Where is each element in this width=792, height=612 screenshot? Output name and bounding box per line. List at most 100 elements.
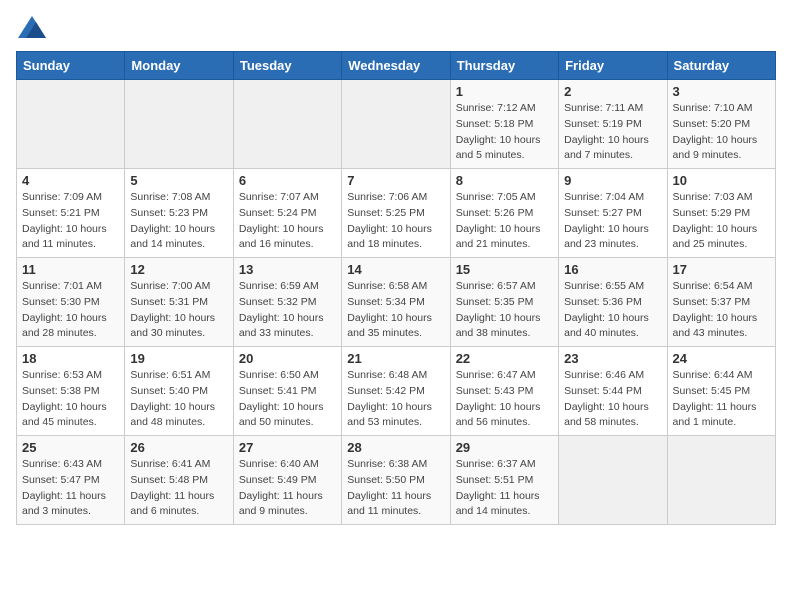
day-info: Sunrise: 6:58 AM Sunset: 5:34 PM Dayligh…: [347, 279, 444, 342]
calendar-day-cell: 27 Sunrise: 6:40 AM Sunset: 5:49 PM Dayli…: [233, 436, 341, 525]
calendar-week-row: 25Sunrise: 6:43 AM Sunset: 5:47 PM Dayli…: [17, 436, 776, 525]
calendar-day-cell: 4 Sunrise: 7:09 AM Sunset: 5:21 PM Daylig…: [17, 169, 125, 258]
day-info: Sunrise: 7:09 AM Sunset: 5:21 PM Dayligh…: [22, 190, 119, 253]
day-info: Sunrise: 6:48 AM Sunset: 5:42 PM Dayligh…: [347, 368, 444, 431]
calendar-week-row: 11 Sunrise: 7:01 AM Sunset: 5:30 PM Dayli…: [17, 258, 776, 347]
calendar-day-cell: 14 Sunrise: 6:58 AM Sunset: 5:34 PM Dayli…: [342, 258, 450, 347]
calendar-day-cell: 3Sunrise: 7:10 AM Sunset: 5:20 PM Daylig…: [667, 80, 775, 169]
day-number: 16: [564, 262, 661, 277]
calendar-header-cell: Saturday: [667, 52, 775, 80]
day-number: 27: [239, 440, 336, 455]
day-number: 11: [22, 262, 119, 277]
day-info: Sunrise: 7:07 AM Sunset: 5:24 PM Dayligh…: [239, 190, 336, 253]
day-number: 20: [239, 351, 336, 366]
day-info: Sunrise: 7:06 AM Sunset: 5:25 PM Dayligh…: [347, 190, 444, 253]
calendar-day-cell: [17, 80, 125, 169]
day-info: Sunrise: 6:41 AM Sunset: 5:48 PM Dayligh…: [130, 457, 227, 520]
day-info: Sunrise: 6:47 AM Sunset: 5:43 PM Dayligh…: [456, 368, 553, 431]
calendar-header-cell: Friday: [559, 52, 667, 80]
calendar-week-row: 18 Sunrise: 6:53 AM Sunset: 5:38 PM Dayli…: [17, 347, 776, 436]
calendar-header-cell: Monday: [125, 52, 233, 80]
day-info: Sunrise: 7:11 AM Sunset: 5:19 PM Dayligh…: [564, 101, 661, 164]
logo-icon: [18, 16, 46, 38]
calendar-day-cell: 10 Sunrise: 7:03 AM Sunset: 5:29 PM Dayli…: [667, 169, 775, 258]
day-info: Sunrise: 6:37 AM Sunset: 5:51 PM Dayligh…: [456, 457, 553, 520]
day-info: Sunrise: 6:46 AM Sunset: 5:44 PM Dayligh…: [564, 368, 661, 431]
calendar-day-cell: 28 Sunrise: 6:38 AM Sunset: 5:50 PM Dayli…: [342, 436, 450, 525]
day-info: Sunrise: 7:12 AM Sunset: 5:18 PM Dayligh…: [456, 101, 553, 164]
calendar-day-cell: 12 Sunrise: 7:00 AM Sunset: 5:31 PM Dayli…: [125, 258, 233, 347]
day-info: Sunrise: 6:57 AM Sunset: 5:35 PM Dayligh…: [456, 279, 553, 342]
day-info: Sunrise: 6:40 AM Sunset: 5:49 PM Dayligh…: [239, 457, 336, 520]
calendar-day-cell: 29Sunrise: 6:37 AM Sunset: 5:51 PM Dayli…: [450, 436, 558, 525]
day-info: Sunrise: 7:03 AM Sunset: 5:29 PM Dayligh…: [673, 190, 770, 253]
day-number: 14: [347, 262, 444, 277]
calendar-week-row: 1 Sunrise: 7:12 AM Sunset: 5:18 PM Daylig…: [17, 80, 776, 169]
calendar-day-cell: 26 Sunrise: 6:41 AM Sunset: 5:48 PM Dayli…: [125, 436, 233, 525]
day-info: Sunrise: 6:50 AM Sunset: 5:41 PM Dayligh…: [239, 368, 336, 431]
day-number: 23: [564, 351, 661, 366]
day-number: 25: [22, 440, 119, 455]
day-number: 28: [347, 440, 444, 455]
day-number: 2: [564, 84, 661, 99]
day-number: 10: [673, 173, 770, 188]
day-number: 13: [239, 262, 336, 277]
calendar-day-cell: 25Sunrise: 6:43 AM Sunset: 5:47 PM Dayli…: [17, 436, 125, 525]
day-info: Sunrise: 7:00 AM Sunset: 5:31 PM Dayligh…: [130, 279, 227, 342]
page-header: [16, 16, 776, 43]
calendar-header-cell: Sunday: [17, 52, 125, 80]
calendar-header-cell: Thursday: [450, 52, 558, 80]
calendar-day-cell: 20 Sunrise: 6:50 AM Sunset: 5:41 PM Dayli…: [233, 347, 341, 436]
day-info: Sunrise: 6:54 AM Sunset: 5:37 PM Dayligh…: [673, 279, 770, 342]
day-info: Sunrise: 7:10 AM Sunset: 5:20 PM Dayligh…: [673, 101, 770, 164]
day-info: Sunrise: 7:08 AM Sunset: 5:23 PM Dayligh…: [130, 190, 227, 253]
calendar-day-cell: 6 Sunrise: 7:07 AM Sunset: 5:24 PM Daylig…: [233, 169, 341, 258]
logo: [16, 16, 44, 43]
day-number: 19: [130, 351, 227, 366]
calendar-day-cell: 21 Sunrise: 6:48 AM Sunset: 5:42 PM Dayli…: [342, 347, 450, 436]
calendar-day-cell: [233, 80, 341, 169]
calendar-header-cell: Tuesday: [233, 52, 341, 80]
calendar-day-cell: 8Sunrise: 7:05 AM Sunset: 5:26 PM Daylig…: [450, 169, 558, 258]
day-number: 21: [347, 351, 444, 366]
day-info: Sunrise: 6:53 AM Sunset: 5:38 PM Dayligh…: [22, 368, 119, 431]
calendar-day-cell: 9 Sunrise: 7:04 AM Sunset: 5:27 PM Daylig…: [559, 169, 667, 258]
calendar-day-cell: 22 Sunrise: 6:47 AM Sunset: 5:43 PM Dayli…: [450, 347, 558, 436]
calendar-body: 1 Sunrise: 7:12 AM Sunset: 5:18 PM Daylig…: [17, 80, 776, 525]
day-info: Sunrise: 6:51 AM Sunset: 5:40 PM Dayligh…: [130, 368, 227, 431]
day-number: 4: [22, 173, 119, 188]
calendar-day-cell: 2 Sunrise: 7:11 AM Sunset: 5:19 PM Daylig…: [559, 80, 667, 169]
calendar-day-cell: [125, 80, 233, 169]
day-info: Sunrise: 6:59 AM Sunset: 5:32 PM Dayligh…: [239, 279, 336, 342]
day-number: 9: [564, 173, 661, 188]
day-number: 26: [130, 440, 227, 455]
day-info: Sunrise: 6:44 AM Sunset: 5:45 PM Dayligh…: [673, 368, 770, 431]
calendar-header: SundayMondayTuesdayWednesdayThursdayFrid…: [17, 52, 776, 80]
day-info: Sunrise: 6:38 AM Sunset: 5:50 PM Dayligh…: [347, 457, 444, 520]
calendar-day-cell: 16Sunrise: 6:55 AM Sunset: 5:36 PM Dayli…: [559, 258, 667, 347]
calendar-table: SundayMondayTuesdayWednesdayThursdayFrid…: [16, 51, 776, 525]
day-number: 6: [239, 173, 336, 188]
calendar-day-cell: [559, 436, 667, 525]
calendar-day-cell: [667, 436, 775, 525]
day-info: Sunrise: 7:01 AM Sunset: 5:30 PM Dayligh…: [22, 279, 119, 342]
day-number: 22: [456, 351, 553, 366]
calendar-day-cell: 19 Sunrise: 6:51 AM Sunset: 5:40 PM Dayli…: [125, 347, 233, 436]
day-number: 1: [456, 84, 553, 99]
day-info: Sunrise: 7:04 AM Sunset: 5:27 PM Dayligh…: [564, 190, 661, 253]
day-number: 18: [22, 351, 119, 366]
day-number: 5: [130, 173, 227, 188]
calendar-day-cell: 13 Sunrise: 6:59 AM Sunset: 5:32 PM Dayli…: [233, 258, 341, 347]
calendar-day-cell: 23 Sunrise: 6:46 AM Sunset: 5:44 PM Dayli…: [559, 347, 667, 436]
calendar-day-cell: 11 Sunrise: 7:01 AM Sunset: 5:30 PM Dayli…: [17, 258, 125, 347]
day-number: 24: [673, 351, 770, 366]
calendar-day-cell: 18 Sunrise: 6:53 AM Sunset: 5:38 PM Dayli…: [17, 347, 125, 436]
calendar-day-cell: 7Sunrise: 7:06 AM Sunset: 5:25 PM Daylig…: [342, 169, 450, 258]
logo-text: [16, 16, 46, 43]
day-number: 12: [130, 262, 227, 277]
calendar-header-cell: Wednesday: [342, 52, 450, 80]
day-info: Sunrise: 7:05 AM Sunset: 5:26 PM Dayligh…: [456, 190, 553, 253]
calendar-header-row: SundayMondayTuesdayWednesdayThursdayFrid…: [17, 52, 776, 80]
calendar-week-row: 4 Sunrise: 7:09 AM Sunset: 5:21 PM Daylig…: [17, 169, 776, 258]
calendar-day-cell: 15Sunrise: 6:57 AM Sunset: 5:35 PM Dayli…: [450, 258, 558, 347]
